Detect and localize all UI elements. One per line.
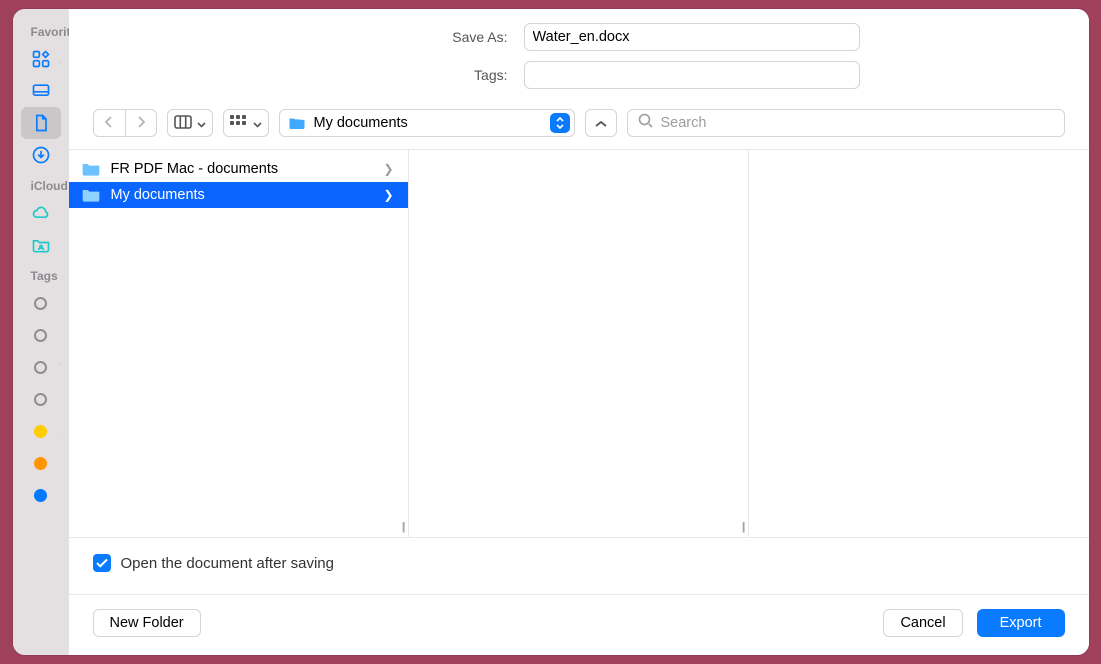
sidebar-tag-lauren[interactable]: Lauren <box>21 383 61 415</box>
sidebar-tag-blue[interactable]: Синий <box>21 479 61 511</box>
chevron-down-icon <box>253 115 262 131</box>
tag-circle-icon <box>31 293 51 313</box>
options-area: Open the document after saving <box>69 538 1089 595</box>
back-button[interactable] <box>93 109 125 137</box>
browser-column-1[interactable]: || <box>409 150 749 537</box>
browser-column-0[interactable]: FR PDF Mac - documents ❯ My documents ❯ … <box>69 150 409 537</box>
apps-icon <box>31 49 51 69</box>
save-as-input[interactable] <box>524 23 860 51</box>
sidebar-item-desktop[interactable]: Desktop <box>21 75 61 107</box>
browser-column-2[interactable] <box>749 150 1089 537</box>
folder-row-label: FR PDF Mac - documents <box>111 161 279 177</box>
sidebar-tag-yellow[interactable]: Желтый <box>21 415 61 447</box>
tags-label: Tags: <box>298 67 508 83</box>
sidebar: Favorites Applicati… Desktop Documents D… <box>13 9 69 655</box>
export-button[interactable]: Export <box>977 609 1065 637</box>
sidebar-tag-orange[interactable]: Оранжев… <box>21 447 61 479</box>
doc-icon <box>31 113 51 133</box>
new-folder-button[interactable]: New Folder <box>93 609 201 637</box>
open-after-save-checkbox[interactable]: Open the document after saving <box>93 554 1065 572</box>
chevron-up-icon <box>595 115 607 131</box>
save-as-form: Save As: Tags: <box>69 9 1089 105</box>
dialog-footer: New Folder Cancel Export <box>69 595 1089 655</box>
group-by-button[interactable] <box>223 109 269 137</box>
folder-row[interactable]: My documents ❯ <box>69 182 408 208</box>
folder-icon <box>288 116 306 130</box>
chevron-left-icon <box>104 115 114 131</box>
tag-circle-icon <box>31 453 51 473</box>
chevron-right-icon: ❯ <box>383 188 393 202</box>
search-input[interactable] <box>661 115 1054 131</box>
cloud-icon <box>31 203 51 223</box>
sidebar-item-shared[interactable]: Shared <box>21 229 61 261</box>
tag-circle-icon <box>31 389 51 409</box>
location-popup-button[interactable]: My documents <box>279 109 575 137</box>
chevron-down-icon <box>197 115 206 131</box>
sidebar-tag-german[interactable]: German <box>21 287 61 319</box>
search-field[interactable] <box>627 109 1065 137</box>
sidebar-item-downloads[interactable]: Downloads <box>21 139 61 171</box>
tag-circle-icon <box>31 357 51 377</box>
sidebar-item-icloud-drive[interactable]: iCloud Dri… <box>21 197 61 229</box>
sidebar-item-applications[interactable]: Applicati… <box>21 43 61 75</box>
column-resize-handle[interactable]: || <box>402 521 404 533</box>
sidebar-tag-kkkkkk[interactable]: kkkkkk <box>21 319 61 351</box>
path-up-button[interactable] <box>585 109 617 137</box>
download-icon <box>31 145 51 165</box>
open-after-save-label: Open the document after saving <box>121 555 334 572</box>
folder-icon <box>81 161 101 177</box>
column-resize-handle[interactable]: || <box>742 521 744 533</box>
tag-circle-icon <box>31 485 51 505</box>
folder-row[interactable]: FR PDF Mac - documents ❯ <box>69 156 408 182</box>
save-as-label: Save As: <box>298 29 508 45</box>
search-icon <box>638 113 653 133</box>
desktop-icon <box>31 81 51 101</box>
browser-toolbar: My documents <box>69 105 1089 150</box>
sidebar-item-documents[interactable]: Documents <box>21 107 61 139</box>
chevron-right-icon <box>136 115 146 131</box>
up-down-icon <box>550 113 570 133</box>
cancel-button[interactable]: Cancel <box>883 609 962 637</box>
tags-input[interactable] <box>524 61 860 89</box>
section-title-favorites: Favorites <box>21 17 61 43</box>
tag-circle-icon <box>31 421 51 441</box>
checkbox-checked-icon <box>93 554 111 572</box>
columns-icon <box>174 115 192 132</box>
view-columns-button[interactable] <box>167 109 213 137</box>
folder-icon <box>81 187 101 203</box>
column-browser: FR PDF Mac - documents ❯ My documents ❯ … <box>69 150 1089 538</box>
grid-group-icon <box>230 115 248 132</box>
forward-button[interactable] <box>125 109 157 137</box>
nav-segment <box>93 109 157 137</box>
folder-row-label: My documents <box>111 187 205 203</box>
section-title-tags: Tags <box>21 261 61 287</box>
sidebar-tag-to-trash[interactable]: to trash <box>21 351 61 383</box>
shared-folder-icon <box>31 235 51 255</box>
location-label: My documents <box>314 115 542 131</box>
tag-circle-icon <box>31 325 51 345</box>
main-panel: Save As: Tags: <box>69 9 1089 655</box>
chevron-right-icon: ❯ <box>383 162 393 176</box>
section-title-icloud: iCloud <box>21 171 61 197</box>
save-dialog-window: Favorites Applicati… Desktop Documents D… <box>13 9 1089 655</box>
